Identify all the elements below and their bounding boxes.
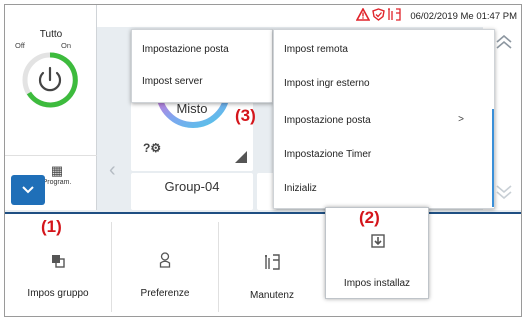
off-label: Off [15,41,25,50]
menu-item-impost-ingr-esterno[interactable]: Impost ingr esterno [284,78,370,89]
bottom-item-preferenze[interactable]: Preferenze [112,214,218,316]
warning-icon [356,8,370,21]
on-label: On [60,41,71,50]
bottom-item-label: Manutenz [250,290,294,301]
chevron-left-icon[interactable]: ‹ [109,159,116,182]
menu-item-impostazione-timer[interactable]: Impostazione Timer [284,149,371,160]
maintenance-icon [265,254,280,270]
shield-icon [372,8,385,21]
submenu-mail: Impostazione posta Impost server [131,29,273,103]
scroll-up-icon[interactable] [495,35,513,49]
schedule-label: Program. [42,179,72,186]
installation-settings-menu: Impost remota Impost ingr esterno Impost… [273,29,495,209]
menu-item-impost-server[interactable]: Impost server [142,76,203,87]
user-icon [159,252,171,268]
bottom-menu-bar: Impos gruppo Preferenze Manutenz [5,212,521,316]
bottom-item-label: Impos gruppo [27,288,89,299]
settings-icon: ?⚙ [143,141,162,155]
group-settings-icon [52,255,65,268]
menu-item-inizializ[interactable]: Inizializ [284,183,317,194]
status-icons [356,8,401,21]
bottom-item-manutenz[interactable]: Manutenz [219,214,325,316]
group-tile-group-04[interactable]: Group-04 [131,173,253,210]
scroll-down-icon[interactable] [495,185,513,199]
power-button[interactable] [21,51,79,109]
menu-item-impostazione-posta[interactable]: Impostazione posta [284,115,371,126]
off-on-labels: Off On [15,41,71,50]
divider [5,155,97,156]
group-name: Group-04 [164,179,220,194]
bottom-item-label: Impos installaz [343,278,411,289]
download-icon [371,234,385,248]
datetime-display: 06/02/2019 Me 01:47 PM [410,11,517,22]
menu-item-impost-remota[interactable]: Impost remota [284,44,348,55]
callout-3: (3) [235,106,256,125]
bottom-item-label: Preferenze [140,288,190,299]
chevron-right-icon: > [458,114,464,125]
corner-indicator-icon [235,151,247,163]
screen: 06/02/2019 Me 01:47 PM Tutto Off On ▦ Pr… [4,4,522,317]
collapse-menu-button[interactable] [11,175,45,205]
chevron-down-icon [22,186,34,194]
menu-item-impostazione-posta[interactable]: Impostazione posta [142,44,229,55]
all-title: Tutto [39,29,63,40]
callout-1: (1) [41,217,62,236]
menu-scrollbar[interactable] [492,109,494,207]
maintenance-icon [388,8,401,21]
callout-2: (2) [359,208,380,227]
